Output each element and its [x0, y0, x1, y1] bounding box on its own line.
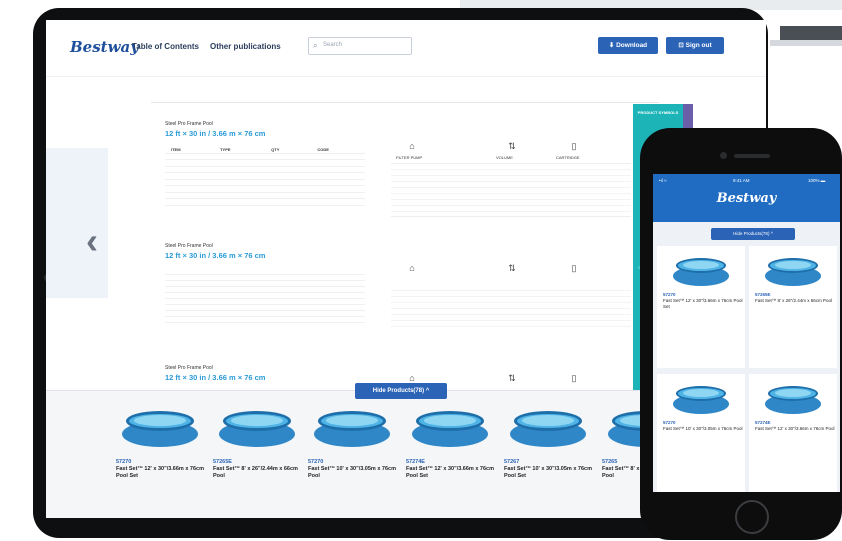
sign-out-button[interactable]: ⊡ Sign out	[666, 37, 724, 54]
filter-pump-icon: ⌂	[409, 263, 415, 273]
icon-header-filter-pump: FILTER PUMP	[396, 155, 423, 160]
product-name: Fast Set™ 10' x 30"/3.05m x 76cm Pool	[308, 466, 396, 479]
background-bar	[780, 26, 842, 40]
product-card[interactable]: 57270 Fast Set™ 12' x 30"/3.66m x 76cm P…	[114, 403, 209, 513]
signal-icon: •ıl ≈	[659, 178, 667, 183]
product-card[interactable]: 57274E Fast Set™ 12' x 30"/3.66m x 76cm …	[749, 374, 837, 492]
pool-image	[765, 258, 821, 286]
filter-pump-icon: ⌂	[409, 141, 415, 151]
phone-screen: •ıl ≈ 9:41 AM 100% ▬ Bestway Hide Produc…	[653, 174, 840, 492]
background-bar-shadow	[770, 40, 842, 46]
hide-products-button[interactable]: Hide Products(78) ^	[355, 383, 447, 399]
cartridge-icon: ▯	[571, 141, 577, 151]
hide-products-button[interactable]: Hide Products(78) ^	[711, 228, 795, 240]
product-name: Fast Set™ 10' x 30"/3.05m x 76cm Pool	[663, 426, 743, 431]
icon-header-volume: VOLUME	[496, 155, 513, 160]
phone-header: •ıl ≈ 9:41 AM 100% ▬ Bestway	[653, 174, 840, 222]
sidebar-header: PRODUCT SYMBOLS	[637, 110, 679, 115]
product-code: 57265	[602, 459, 618, 465]
product-card[interactable]: 57265E Fast Set™ 8' x 26"/2.44m x 66cm P…	[749, 246, 837, 368]
volume-icon: ⇅	[508, 373, 516, 383]
filter-pump-icon: ⌂	[409, 373, 415, 383]
phone-products-list: Hide Products(78) ^ 57270 Fast Set™ 12' …	[653, 222, 840, 492]
home-button[interactable]	[735, 500, 769, 534]
battery-icon: 100% ▬	[808, 178, 826, 183]
product-card[interactable]: 57274E Fast Set™ 12' x 30"/3.66m x 76cm …	[404, 403, 499, 513]
nav-table-of-contents[interactable]: Table of Contents	[132, 42, 199, 51]
top-navigation-bar: Bestway Table of Contents Other publicat…	[46, 20, 766, 77]
section-title: Steel Pro Frame Pool	[165, 121, 213, 127]
product-table: ITEM TYPE QTY CODE	[165, 147, 365, 206]
volume-icon: ⇅	[508, 141, 516, 151]
section-title: Steel Pro Frame Pool	[165, 243, 213, 249]
search-input[interactable]: ⌕ Search	[308, 37, 412, 55]
product-name: Fast Set™ 12' x 30"/3.66m x 76cm Pool Se…	[663, 298, 743, 309]
table-row	[165, 198, 365, 206]
section-title: Steel Pro Frame Pool	[165, 365, 213, 371]
section-dimension: 12 ft × 30 in / 3.66 m × 76 cm	[165, 373, 266, 382]
phone-camera	[720, 152, 727, 159]
product-card[interactable]: 57267 Fast Set™ 10' x 30"/3.05m x 76cm P…	[502, 403, 597, 513]
product-card[interactable]: 57265E Fast Set™ 8' x 26"/2.44m x 66cm P…	[211, 403, 306, 513]
pool-image	[765, 386, 821, 414]
download-button[interactable]: ⬇ Download	[598, 37, 658, 54]
status-time: 9:41 AM	[733, 178, 750, 183]
product-code: 57270	[116, 459, 132, 465]
product-code: 57265E	[755, 292, 771, 297]
product-code: 57270	[663, 292, 676, 297]
product-name: Fast Set™ 8' x 26"/2.44m x 66cm Pool	[755, 298, 832, 303]
product-code: 57270	[663, 420, 676, 425]
bestway-logo[interactable]: Bestway	[653, 191, 840, 206]
product-code: 57274E	[755, 420, 771, 425]
section-dimension: 12 ft × 30 in / 3.66 m × 76 cm	[165, 129, 266, 138]
search-icon: ⌕	[313, 41, 318, 50]
pool-image	[673, 386, 729, 414]
bestway-logo[interactable]: Bestway	[70, 38, 139, 56]
pool-image	[122, 411, 198, 447]
chevron-left-icon[interactable]: ‹	[86, 220, 98, 262]
search-placeholder: Search	[323, 42, 343, 48]
pool-image	[673, 258, 729, 286]
product-name: Fast Set™ 8' x 26"/2.44m x 66cm Pool	[213, 466, 298, 479]
phone-speaker	[734, 154, 770, 158]
pool-image	[219, 411, 295, 447]
product-table	[165, 269, 365, 327]
product-code: 57267	[504, 459, 520, 465]
product-card[interactable]: 57270 Fast Set™ 10' x 30"/3.05m x 76cm P…	[657, 374, 745, 492]
pool-image	[412, 411, 488, 447]
product-code: 57265E	[213, 459, 232, 465]
product-name: Fast Set™ 12' x 30"/3.66m x 76cm Pool Se…	[116, 466, 204, 479]
section-dimension: 12 ft × 30 in / 3.66 m × 76 cm	[165, 251, 266, 260]
pool-image	[510, 411, 586, 447]
document-page: Steel Pro Frame Pool 12 ft × 30 in / 3.6…	[151, 102, 659, 395]
product-code: 57270	[308, 459, 324, 465]
volume-icon: ⇅	[508, 263, 516, 273]
spec-grid	[391, 163, 631, 217]
product-name: Fast Set™ 12' x 30"/3.66m x 76cm Pool	[755, 426, 835, 431]
previous-page-preview	[46, 148, 108, 298]
nav-other-publications[interactable]: Other publications	[210, 42, 281, 51]
product-name: Fast Set™ 12' x 30"/3.66m x 76cm Pool Se…	[406, 466, 494, 479]
product-card[interactable]: 57270 Fast Set™ 12' x 30"/3.66m x 76cm P…	[657, 246, 745, 368]
cartridge-icon: ▯	[571, 373, 577, 383]
product-code: 57274E	[406, 459, 425, 465]
cartridge-icon: ▯	[571, 263, 577, 273]
product-card[interactable]: 57270 Fast Set™ 10' x 30"/3.05m x 76cm P…	[306, 403, 401, 513]
product-name: Fast Set™ 10' x 30"/3.05m x 76cm Pool Se…	[504, 466, 592, 479]
spec-grid	[391, 285, 631, 327]
pool-image	[314, 411, 390, 447]
icon-header-cartridge: CARTRIDGE	[556, 155, 580, 160]
